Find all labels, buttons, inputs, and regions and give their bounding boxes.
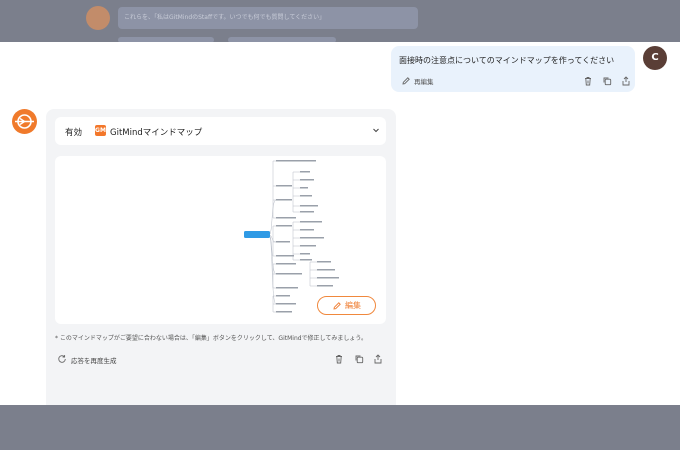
chat-area: 面接時の注意点についてのマインドマップを作ってください 再編集 C 有効 GM … [0, 42, 680, 413]
re-edit-button[interactable]: 再編集 [399, 75, 459, 87]
bot-logo-icon [15, 114, 34, 129]
user-avatar: C [643, 46, 667, 70]
user-message-bubble: 面接時の注意点についてのマインドマップを作ってください 再編集 [391, 46, 635, 92]
status-label: 有効 [65, 128, 83, 138]
mindmap-title: GitMindマインドマップ [110, 128, 203, 138]
bot-message-actions: 応答を再度生成 [55, 352, 386, 366]
background-overlay-bottom [0, 405, 680, 450]
bot-avatar [12, 109, 37, 134]
edit-button-label: 編集 [345, 301, 361, 310]
trash-icon[interactable] [334, 354, 344, 364]
bot-message-card: 有効 GM GitMindマインドマップ 編集 * このマインドマップがご要望に… [46, 109, 396, 413]
mindmap-header[interactable]: 有効 GM GitMindマインドマップ [55, 117, 386, 145]
edit-mindmap-button[interactable]: 編集 [317, 296, 376, 315]
copy-icon[interactable] [354, 354, 364, 364]
background-prompt-bubble: これらを、「私はGitMindのStaffです。いつでも何でも質問してください」 [118, 7, 418, 29]
share-icon[interactable] [621, 76, 631, 86]
pencil-icon [402, 77, 410, 85]
trash-icon[interactable] [583, 76, 593, 86]
re-edit-label: 再編集 [414, 78, 434, 86]
chevron-down-icon[interactable] [372, 126, 380, 134]
pencil-icon [333, 302, 341, 310]
share-icon[interactable] [373, 354, 383, 364]
user-message-actions: 再編集 [399, 75, 630, 87]
background-overlay-top: これらを、「私はGitMindのStaffです。いつでも何でも質問してください」 [0, 0, 680, 43]
regenerate-label: 応答を再度生成 [71, 357, 117, 365]
user-message-text: 面接時の注意点についてのマインドマップを作ってください [399, 56, 615, 65]
mindmap-note: * このマインドマップがご要望に合わない場合は、「編集」ボタンをクリックして、G… [55, 335, 368, 342]
gitmind-logo-icon: GM [95, 125, 106, 136]
mindmap-preview[interactable]: 編集 [55, 156, 386, 324]
background-bot-avatar [86, 6, 110, 30]
mindmap-root-node [244, 231, 270, 238]
copy-icon[interactable] [602, 76, 612, 86]
regenerate-button[interactable]: 応答を再度生成 [55, 352, 127, 366]
refresh-icon [58, 355, 66, 363]
